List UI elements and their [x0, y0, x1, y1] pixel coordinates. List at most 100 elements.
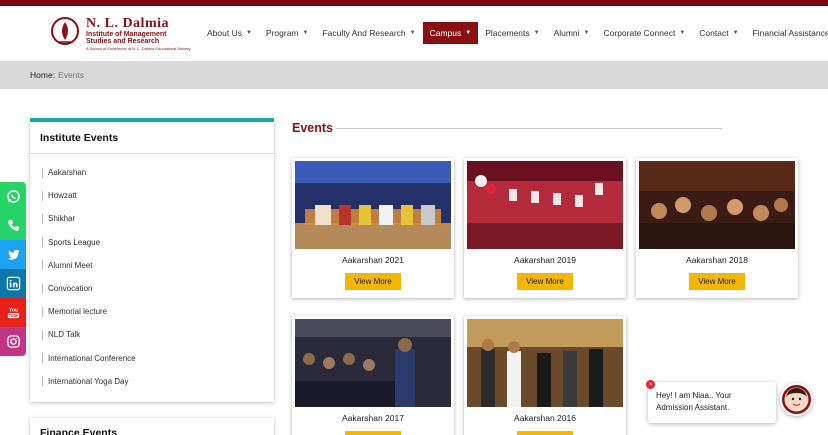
nav-contact[interactable]: Contact ▼: [692, 22, 745, 44]
sidebar-item-label: NLD Talk: [48, 330, 81, 340]
sidebar-item-international-yoga-day[interactable]: International Yoga Day: [30, 370, 274, 393]
nav-corporate-connect[interactable]: Corporate Connect ▼: [597, 22, 693, 44]
caret-down-icon: ▼: [409, 30, 416, 36]
list-tick: [42, 260, 43, 271]
list-tick: [42, 213, 43, 224]
nav-about-us[interactable]: About Us ▼: [200, 22, 259, 44]
event-photo-aakarshan-2018[interactable]: [639, 161, 795, 249]
sidebar-item-label: Sports League: [48, 237, 101, 247]
main-nav: About Us ▼ Program ▼ Faculty And Research ▼…: [200, 22, 828, 44]
nav-label: Placements: [485, 28, 530, 38]
sidebar-item-shikhar[interactable]: Shikhar: [30, 207, 274, 230]
whatsapp-button[interactable]: [0, 182, 26, 211]
instagram-button[interactable]: [0, 327, 26, 356]
list-tick: [42, 167, 43, 178]
view-more-button[interactable]: View More: [345, 431, 401, 435]
nav-label: Alumni: [553, 28, 580, 38]
list-tick: [42, 190, 43, 201]
institute-events-list: Aakarshan Howzatt Shikhar Sports League …: [30, 154, 274, 393]
event-card-title: Aakarshan 2018: [686, 255, 748, 265]
list-tick: [42, 329, 43, 340]
chat-greeting-bubble[interactable]: Hey! I am Niaa.. Your Admission Assistan…: [648, 382, 776, 423]
twitter-button[interactable]: [0, 240, 26, 269]
nav-financial-assistance[interactable]: Financial Assistance: [746, 22, 828, 44]
nav-campus[interactable]: Campus ▼: [422, 22, 479, 44]
event-card-title: Aakarshan 2021: [342, 255, 404, 265]
sidebar-item-label: Convocation: [48, 284, 93, 294]
nav-faculty-and-research[interactable]: Faculty And Research ▼: [315, 22, 422, 44]
emblem-icon: [51, 17, 79, 45]
logo-line-3: A School of Excellence of N. L. Dalmia E…: [86, 46, 191, 51]
list-tick: [42, 376, 43, 387]
event-card-aakarshan-2016: Aakarshan 2016 View More: [464, 316, 626, 435]
event-photo-aakarshan-2019[interactable]: [467, 161, 623, 249]
nav-label: Campus: [429, 28, 462, 38]
institute-logo[interactable]: N. L. Dalmia Institute of Management Stu…: [50, 16, 191, 56]
event-card-aakarshan-2019: Aakarshan 2019 View More: [464, 158, 626, 298]
nav-program[interactable]: Program ▼: [259, 22, 316, 44]
view-more-button[interactable]: View More: [517, 273, 573, 290]
chat-greeting-line-2: Admission Assistant.: [656, 403, 730, 412]
crowd-photo-image: [639, 161, 795, 249]
event-card-aakarshan-2021: Aakarshan 2021 View More: [292, 158, 454, 298]
sidebar-item-label: Howzatt: [48, 191, 77, 201]
chat-avatar-button[interactable]: [780, 383, 813, 416]
nav-label: Faculty And Research: [322, 28, 406, 38]
event-card-title: Aakarshan 2017: [342, 413, 404, 423]
sidebar-item-label: Memorial lecture: [48, 307, 108, 317]
events-heading-divider: [336, 128, 722, 129]
audience-photo-image: [295, 319, 451, 407]
institute-events-card: Institute Events Aakarshan Howzatt Shikh…: [30, 118, 274, 402]
nav-label: Financial Assistance: [752, 28, 828, 38]
view-more-button[interactable]: View More: [517, 431, 573, 435]
event-card-title: Aakarshan 2019: [514, 255, 576, 265]
caret-down-icon: ▼: [583, 30, 590, 36]
group-photo-image: [295, 161, 451, 249]
caret-down-icon: ▼: [732, 30, 739, 36]
nav-placements[interactable]: Placements ▼: [478, 22, 546, 44]
sidebar-item-international-conference[interactable]: International Conference: [30, 347, 274, 370]
nav-alumni[interactable]: Alumni ▼: [547, 22, 597, 44]
sidebar-item-howzatt[interactable]: Howzatt: [30, 184, 274, 207]
event-photo-aakarshan-2017[interactable]: [295, 319, 451, 407]
event-photo-aakarshan-2016[interactable]: [467, 319, 623, 407]
sidebar-item-nld-talk[interactable]: NLD Talk: [30, 323, 274, 346]
sidebar-item-convocation[interactable]: Convocation: [30, 277, 274, 300]
close-icon[interactable]: ×: [646, 380, 655, 389]
whatsapp-icon: [6, 190, 20, 203]
sidebar-item-memorial-lecture[interactable]: Memorial lecture: [30, 300, 274, 323]
youtube-button[interactable]: You Tube: [0, 298, 26, 327]
view-more-button[interactable]: View More: [689, 273, 745, 290]
list-tick: [42, 353, 43, 364]
caret-down-icon: ▼: [533, 30, 540, 36]
logo-line-1: Institute of Management: [86, 31, 167, 38]
breadcrumb-home[interactable]: Home: [30, 70, 53, 80]
phone-icon: [7, 219, 19, 231]
site-header: N. L. Dalmia Institute of Management Stu…: [0, 6, 828, 61]
nav-label: Program: [265, 28, 299, 38]
event-photo-aakarshan-2021[interactable]: [295, 161, 451, 249]
logo-name: N. L. Dalmia: [86, 16, 169, 31]
phone-button[interactable]: [0, 211, 26, 240]
youtube-icon: YouTube: [7, 308, 19, 318]
event-card-aakarshan-2018: Aakarshan 2018 View More: [636, 158, 798, 298]
linkedin-icon: [6, 276, 20, 291]
event-card-title: Aakarshan 2016: [514, 413, 576, 423]
caret-down-icon: ▼: [465, 30, 472, 36]
nav-label: About Us: [207, 28, 242, 38]
sidebar-item-label: Shikhar: [48, 214, 76, 224]
sidebar-item-aakarshan[interactable]: Aakarshan: [30, 161, 274, 184]
nav-label: Contact: [699, 28, 729, 38]
sidebar-item-label: Alumni Meet: [48, 260, 93, 270]
list-tick: [42, 306, 43, 317]
sidebar-item-sports-league[interactable]: Sports League: [30, 231, 274, 254]
list-tick: [42, 283, 43, 294]
view-more-button[interactable]: View More: [345, 273, 401, 290]
sidebar-item-alumni-meet[interactable]: Alumni Meet: [30, 254, 274, 277]
breadcrumb-separator: :: [52, 70, 56, 80]
assistant-avatar-icon: [784, 387, 809, 412]
finance-events-card: Finance Events: [30, 418, 274, 435]
linkedin-button[interactable]: [0, 269, 26, 298]
lamp-lighting-photo-image: [467, 319, 623, 407]
logo-line-2: Studies and Research: [86, 38, 160, 45]
